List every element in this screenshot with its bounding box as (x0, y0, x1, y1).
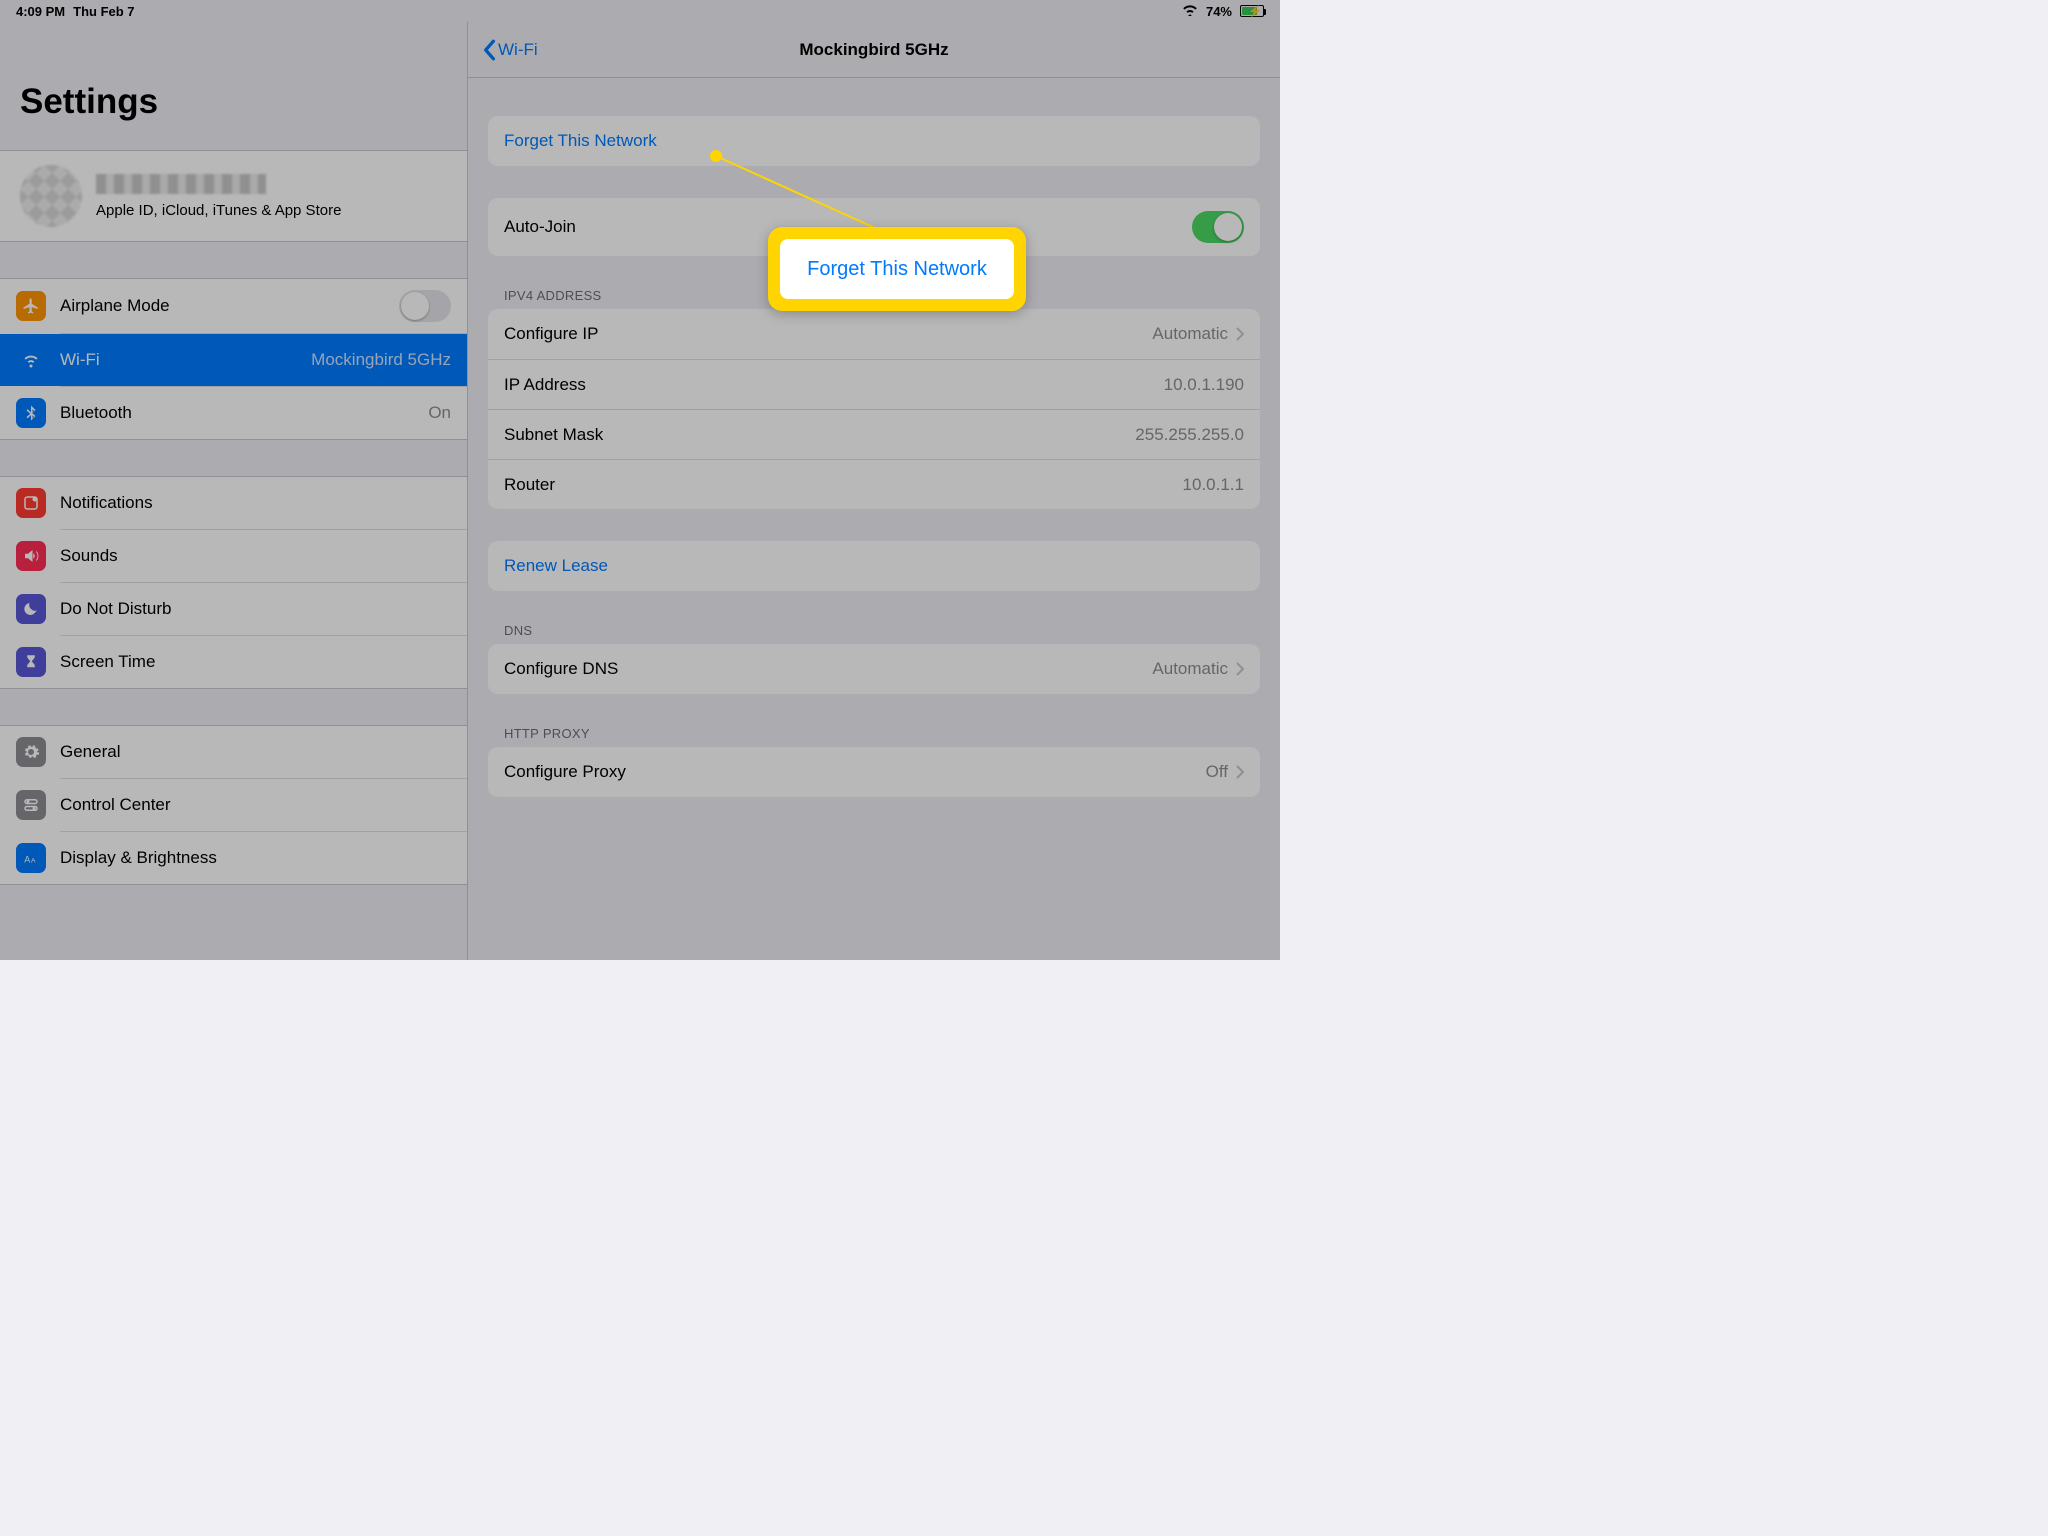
bluetooth-icon (16, 398, 46, 428)
configure-proxy-row[interactable]: Configure Proxy Off (488, 747, 1260, 797)
bluetooth-value: On (428, 403, 451, 423)
bluetooth-label: Bluetooth (60, 403, 414, 423)
callout-text: Forget This Network (780, 239, 1014, 299)
sidebar-item-general[interactable]: General (0, 726, 467, 778)
back-button[interactable]: Wi-Fi (482, 22, 538, 77)
avatar (20, 165, 82, 227)
auto-join-toggle[interactable] (1192, 211, 1244, 243)
gear-icon (16, 737, 46, 767)
router-label: Router (504, 475, 555, 495)
autojoin-label: Auto-Join (504, 217, 576, 237)
renew-lease-button[interactable]: Renew Lease (488, 541, 1260, 591)
settings-title: Settings (0, 22, 467, 150)
chevron-right-icon (1236, 662, 1244, 676)
text-size-icon: AA (16, 843, 46, 873)
sidebar-item-control-center[interactable]: Control Center (0, 779, 467, 831)
airplane-toggle[interactable] (399, 290, 451, 322)
forget-label: Forget This Network (504, 131, 657, 151)
sidebar-item-airplane-mode[interactable]: Airplane Mode (0, 279, 467, 333)
ip-value: 10.0.1.190 (1164, 375, 1244, 395)
wifi-value: Mockingbird 5GHz (311, 350, 451, 370)
detail-pane: Wi-Fi Mockingbird 5GHz Forget This Netwo… (468, 22, 1280, 960)
proxy-value: Off (1206, 762, 1228, 782)
statusbar-date: Thu Feb 7 (73, 4, 134, 19)
chevron-left-icon (482, 39, 496, 61)
wifi-icon (1182, 4, 1198, 19)
annotation-callout: Forget This Network (768, 227, 1026, 311)
sidebar-item-display[interactable]: AA Display & Brightness (0, 832, 467, 884)
wifi-icon (16, 345, 46, 375)
configure-ip-row[interactable]: Configure IP Automatic (488, 309, 1260, 359)
notifications-label: Notifications (60, 493, 451, 513)
proxy-label: Configure Proxy (504, 762, 626, 782)
svg-text:A: A (31, 858, 36, 865)
profile-name-redacted (96, 174, 266, 194)
status-bar: 4:09 PM Thu Feb 7 74% ⚡ (0, 0, 1280, 22)
profile-subtitle: Apple ID, iCloud, iTunes & App Store (96, 202, 341, 219)
notifications-icon (16, 488, 46, 518)
forget-network-button[interactable]: Forget This Network (488, 116, 1260, 166)
dns-section-header: DNS (504, 623, 1260, 638)
detail-header: Wi-Fi Mockingbird 5GHz (468, 22, 1280, 78)
statusbar-time: 4:09 PM (16, 4, 65, 19)
annotation-dot (710, 150, 722, 162)
dns-label: Configure DNS (504, 659, 618, 679)
sidebar-item-screentime[interactable]: Screen Time (0, 636, 467, 688)
subnet-row: Subnet Mask 255.255.255.0 (488, 409, 1260, 459)
moon-icon (16, 594, 46, 624)
dnd-label: Do Not Disturb (60, 599, 451, 619)
sidebar-item-notifications[interactable]: Notifications (0, 477, 467, 529)
airplane-label: Airplane Mode (60, 296, 385, 316)
sounds-icon (16, 541, 46, 571)
detail-title: Mockingbird 5GHz (799, 40, 948, 60)
battery-percent: 74% (1206, 4, 1232, 19)
display-label: Display & Brightness (60, 848, 451, 868)
mask-label: Subnet Mask (504, 425, 603, 445)
controlcenter-label: Control Center (60, 795, 451, 815)
sidebar-item-sounds[interactable]: Sounds (0, 530, 467, 582)
configure-dns-row[interactable]: Configure DNS Automatic (488, 644, 1260, 694)
sidebar-item-bluetooth[interactable]: Bluetooth On (0, 387, 467, 439)
sidebar-item-wifi[interactable]: Wi-Fi Mockingbird 5GHz (0, 334, 467, 386)
chevron-right-icon (1236, 765, 1244, 779)
chevron-right-icon (1236, 327, 1244, 341)
mask-value: 255.255.255.0 (1135, 425, 1244, 445)
router-row: Router 10.0.1.1 (488, 459, 1260, 509)
wifi-label: Wi-Fi (60, 350, 297, 370)
ip-label: IP Address (504, 375, 586, 395)
general-label: General (60, 742, 451, 762)
settings-sidebar: Settings Apple ID, iCloud, iTunes & App … (0, 22, 468, 960)
configure-ip-label: Configure IP (504, 324, 599, 344)
toggles-icon (16, 790, 46, 820)
back-label: Wi-Fi (498, 40, 538, 60)
hourglass-icon (16, 647, 46, 677)
apple-id-row[interactable]: Apple ID, iCloud, iTunes & App Store (0, 150, 467, 242)
battery-icon: ⚡ (1240, 5, 1264, 17)
configure-ip-value: Automatic (1152, 324, 1228, 344)
proxy-section-header: HTTP PROXY (504, 726, 1260, 741)
screentime-label: Screen Time (60, 652, 451, 672)
sounds-label: Sounds (60, 546, 451, 566)
renew-label: Renew Lease (504, 556, 608, 576)
router-value: 10.0.1.1 (1183, 475, 1244, 495)
ip-address-row: IP Address 10.0.1.190 (488, 359, 1260, 409)
airplane-icon (16, 291, 46, 321)
sidebar-item-dnd[interactable]: Do Not Disturb (0, 583, 467, 635)
svg-text:A: A (24, 855, 30, 865)
dns-value: Automatic (1152, 659, 1228, 679)
